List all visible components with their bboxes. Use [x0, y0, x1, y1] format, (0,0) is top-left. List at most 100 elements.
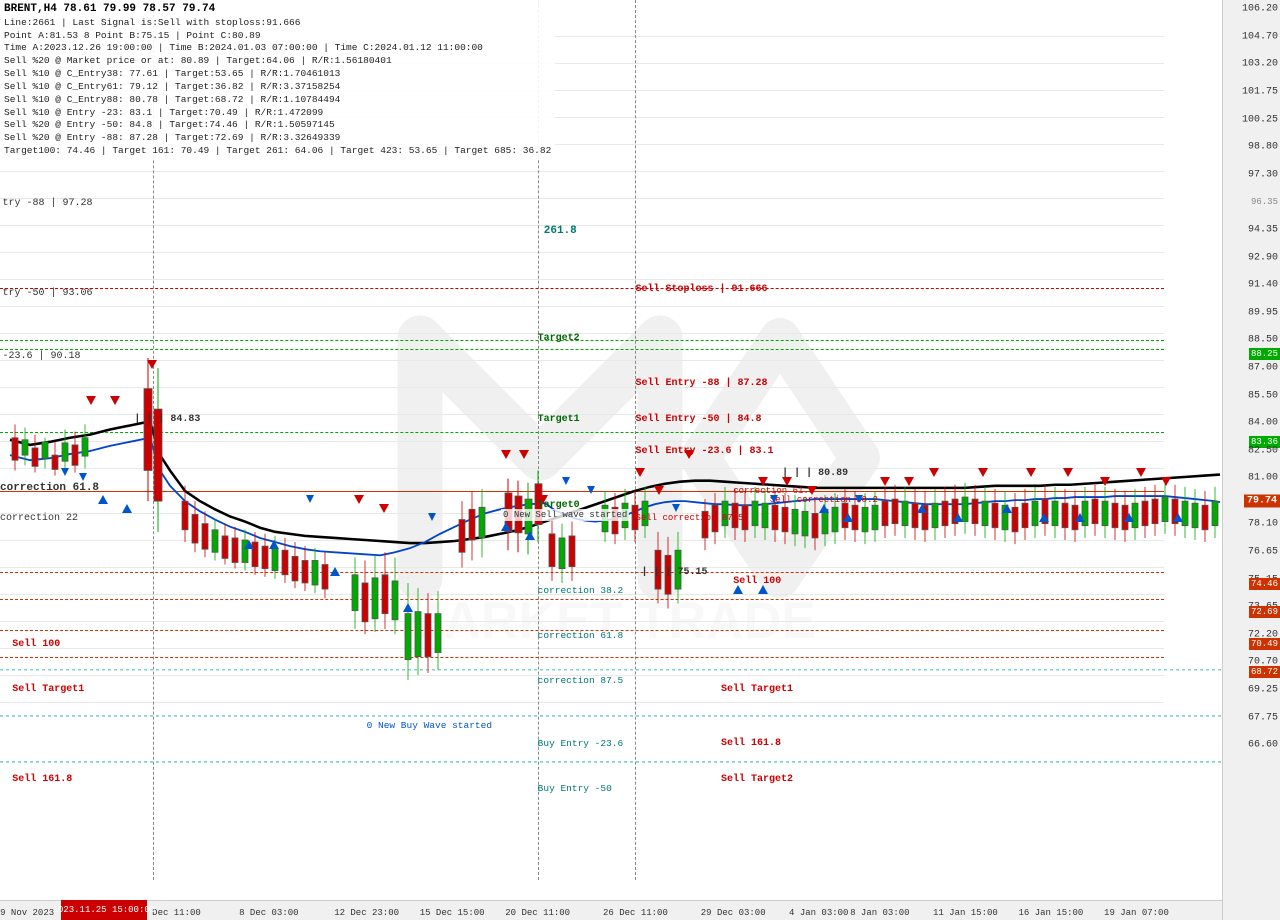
price-7446-box: 74.46 [1249, 578, 1280, 590]
buy-arrow-15 [1002, 504, 1012, 513]
sell-arrow-14 [807, 486, 817, 495]
sell-161-left: Sell 161.8 [12, 774, 72, 785]
time-nov29: 29 Nov 2023 [0, 908, 54, 918]
buy-entry-236: Buy Entry -23.6 [538, 738, 624, 749]
time-jan11: 11 Jan 15:00 [933, 908, 998, 918]
sell-arrow-17 [929, 468, 939, 477]
try-50-label: try -50 | 93.06 [2, 288, 92, 299]
try-88-label: try -88 | 97.28 [2, 198, 92, 209]
price-67: 67.75 [1248, 712, 1278, 723]
buy-arrow-9 [733, 585, 743, 594]
price-78: 78.10 [1248, 519, 1278, 530]
corr-arrow-6 [587, 486, 595, 494]
sell-arrow-13 [782, 477, 792, 486]
buy-arrow-19 [1173, 513, 1183, 522]
info-panel: BRENT,H4 78.61 79.99 78.57 79.74 Line:26… [0, 0, 555, 160]
sell-entry-50-label: Sell Entry -50 | 84.8 [635, 414, 761, 425]
sell-arrow-20 [1063, 468, 1073, 477]
buy-entry-50: Buy Entry -50 [538, 783, 612, 794]
corr-arrow-9 [855, 495, 863, 503]
sell-arrow-9 [635, 468, 645, 477]
time-dec12: 12 Dec 23:00 [334, 908, 399, 918]
sell-arrow-6 [501, 450, 511, 459]
sell-arrow-23 [1161, 477, 1171, 486]
buy-arrow-12 [843, 513, 853, 522]
price-8825-box: 88.25 [1249, 348, 1280, 360]
sell-corr-875: Sell correction 87.5 [635, 513, 743, 523]
new-buy-wave-label: 0 New Buy Wave started [367, 720, 492, 731]
sell-arrow-15 [880, 477, 890, 486]
price-7269-box: 72.69 [1249, 606, 1280, 618]
info-line6: Sell %10 @ C_Entry38: 77.61 | Target:53.… [4, 68, 551, 81]
sell-arrow-12 [758, 477, 768, 486]
corr-arrow-5 [562, 477, 570, 485]
price-94: 94.35 [1248, 225, 1278, 236]
buy-arrow-11 [819, 504, 829, 513]
level-8483: | | | 84.83 [134, 414, 200, 425]
sell-entry-236-label: Sell Entry -23.6 | 83.1 [635, 446, 773, 457]
price-7049-box: 70.49 [1249, 638, 1280, 650]
sell-target1-left: Sell Target1 [12, 684, 84, 695]
price-103: 103.20 [1242, 59, 1278, 70]
sell-arrow-18 [978, 468, 988, 477]
sell-arrow-1 [86, 396, 96, 405]
level-7515: | | | 75.15 [642, 567, 708, 578]
correction-618-left: correction 61.8 [0, 482, 99, 494]
info-line2: Line:2661 | Last Signal is:Sell with sto… [4, 17, 551, 30]
sell-arrow-16 [904, 477, 914, 486]
corr-arrow-3 [306, 495, 314, 503]
time-dec8: 8 Dec 03:00 [239, 908, 298, 918]
info-line5: Sell %20 @ Market price or at: 80.89 | T… [4, 55, 551, 68]
sell-stoploss-label: Sell Stoploss | 91.666 [635, 284, 767, 295]
price-91: 91.40 [1248, 280, 1278, 291]
corr-arrow-1 [61, 468, 69, 476]
time-jan19: 19 Jan 07:00 [1104, 908, 1169, 918]
price-87: 87.00 [1248, 363, 1278, 374]
time-dec15: 15 Dec 15:00 [420, 908, 485, 918]
info-line9: Sell %10 @ Entry -23: 83.1 | Target:70.4… [4, 107, 551, 120]
sell-arrow-10 [654, 486, 664, 495]
price-9628: 96.35 [1251, 197, 1278, 207]
time-dec26: 26 Dec 11:00 [603, 908, 668, 918]
price-66: 66.60 [1248, 740, 1278, 751]
price-89: 89.95 [1248, 307, 1278, 318]
price-6872-box: 68.72 [1249, 666, 1280, 678]
buy-arrow-2 [122, 504, 132, 513]
price-69: 69.25 [1248, 685, 1278, 696]
buy-arrow-1 [98, 495, 108, 504]
price-100: 100.25 [1242, 114, 1278, 125]
price-84: 84.00 [1248, 418, 1278, 429]
corr-382-mid: correction 38.2 [538, 585, 624, 596]
time-jan16: 16 Jan 15:00 [1019, 908, 1084, 918]
time-dec29: 29 Dec 03:00 [701, 908, 766, 918]
sell-arrow-11 [684, 450, 694, 459]
time-jan8: 8 Jan 03:00 [850, 908, 909, 918]
price-98: 98.80 [1248, 142, 1278, 153]
corr-618-mid: correction 61.8 [538, 630, 624, 641]
price-76: 76.65 [1248, 547, 1278, 558]
sell-arrow-8 [538, 495, 548, 504]
sell-arrow-2 [110, 396, 120, 405]
price-104: 104.70 [1242, 31, 1278, 42]
price-88: 88.50 [1248, 335, 1278, 346]
sell-161-right: Sell 161.8 [721, 738, 781, 749]
info-line11: Sell %20 @ Entry -88: 87.28 | Target:72.… [4, 132, 551, 145]
buy-arrow-14 [953, 513, 963, 522]
buy-arrow-17 [1075, 513, 1085, 522]
sell-arrow-5 [379, 504, 389, 513]
target2-mid-label: Target2 [538, 333, 580, 344]
chart-title: BRENT,H4 78.61 79.99 78.57 79.74 [4, 2, 551, 17]
buy-arrow-10 [758, 585, 768, 594]
price-106: 106.20 [1242, 4, 1278, 15]
corr-arrow-7 [672, 504, 680, 512]
sell-arrow-3 [147, 360, 157, 369]
corr-875-mid: correction 87.5 [538, 675, 624, 686]
buy-arrow-5 [330, 567, 340, 576]
price-axis: 106.20 104.70 103.20 101.75 100.25 98.80… [1222, 0, 1280, 920]
correction-22-left: correction 22 [0, 513, 78, 524]
time-jan4: 4 Jan 03:00 [789, 908, 848, 918]
highlighted-time-label: 2023.11.25 15:00:00 [61, 900, 147, 920]
sell-target2: Sell Target2 [721, 774, 793, 785]
sell-entry-88-label: Sell Entry -88 | 87.28 [635, 378, 767, 389]
buy-arrow-18 [1124, 513, 1134, 522]
